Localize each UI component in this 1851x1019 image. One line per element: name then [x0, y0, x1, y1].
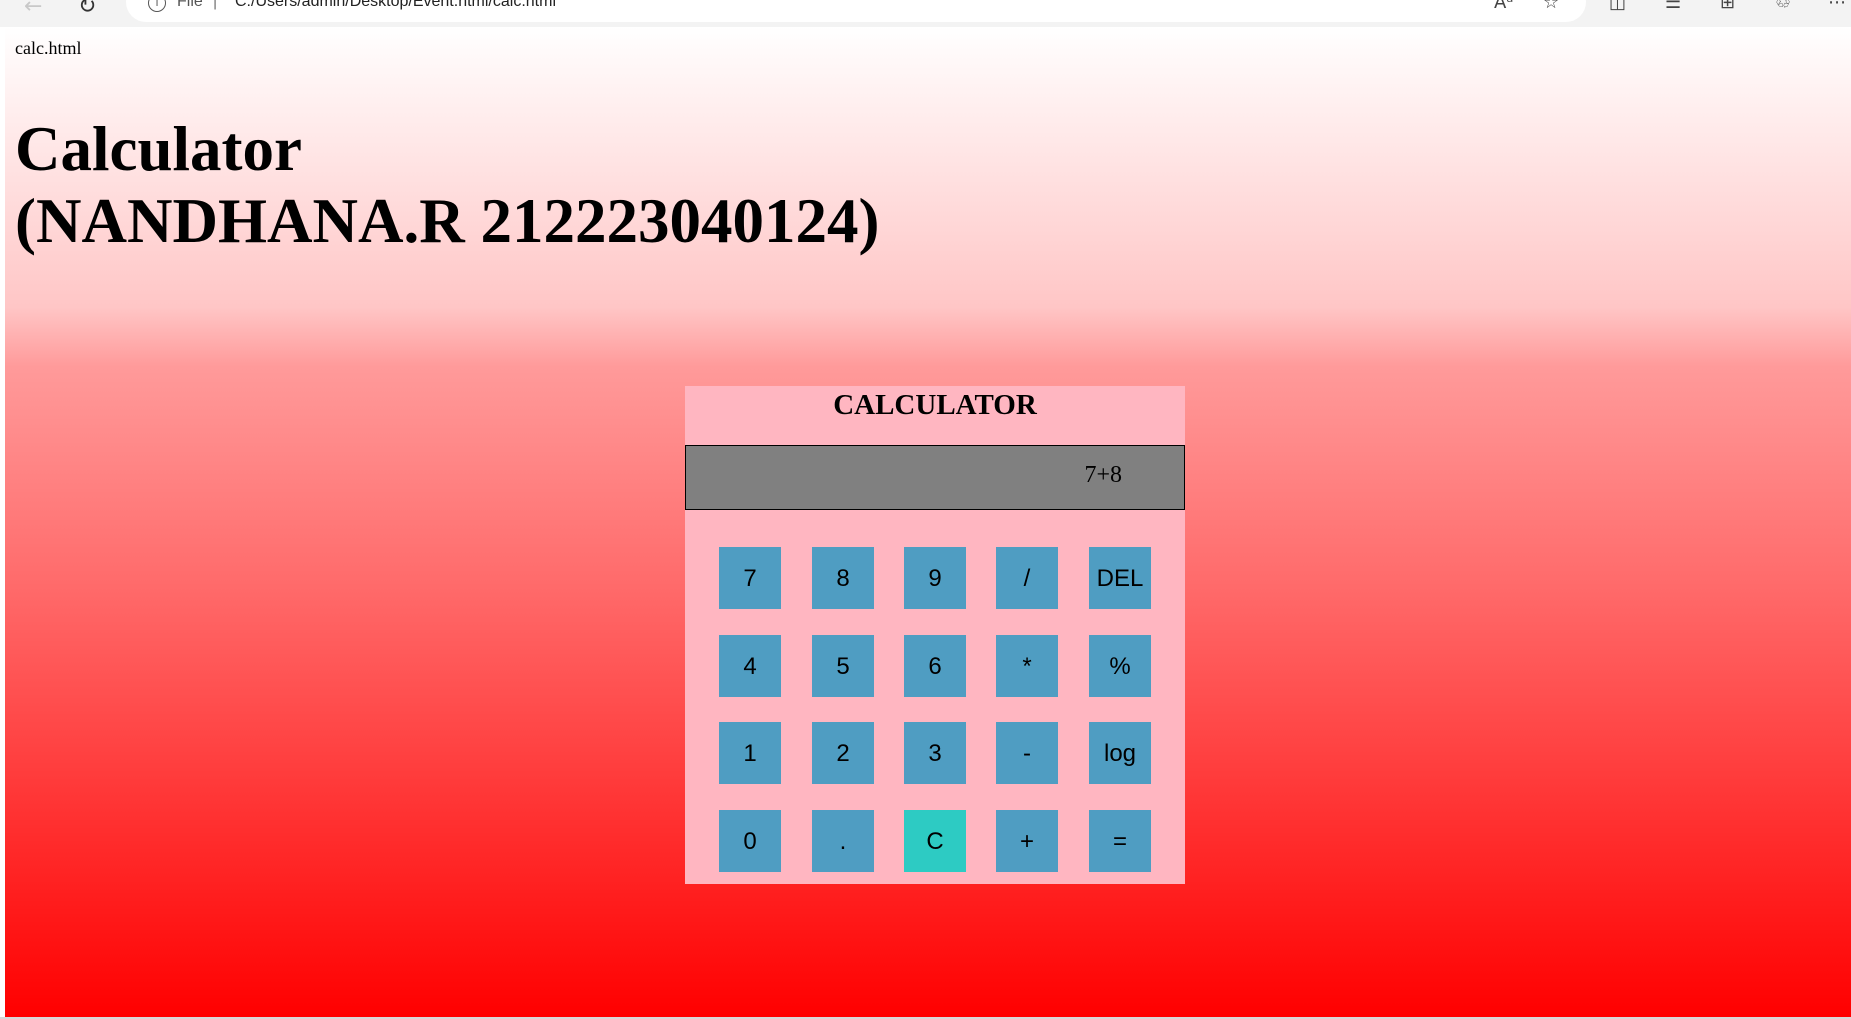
more-icon[interactable]: ⋯	[1828, 0, 1846, 13]
calculator-display[interactable]: 7+8	[685, 445, 1185, 510]
key-3[interactable]: 3	[904, 722, 966, 784]
scheme-label: File	[177, 0, 203, 10]
key-2[interactable]: 2	[812, 722, 874, 784]
key-percent[interactable]: %	[1089, 635, 1151, 697]
key-decimal[interactable]: .	[812, 810, 874, 872]
browser-essentials-icon[interactable]: ♲	[1775, 0, 1791, 13]
key-subtract[interactable]: -	[996, 722, 1058, 784]
favorites-icon[interactable]: ☰	[1665, 0, 1681, 13]
address-separator: |	[213, 0, 218, 10]
key-equals[interactable]: =	[1089, 810, 1151, 872]
key-7[interactable]: 7	[719, 547, 781, 609]
key-4[interactable]: 4	[719, 635, 781, 697]
key-divide[interactable]: /	[996, 547, 1058, 609]
page-title-line1: Calculator	[15, 114, 302, 184]
split-screen-icon[interactable]: ◫	[1609, 0, 1626, 13]
collections-icon[interactable]: ⊞	[1720, 0, 1735, 13]
calculator-title: CALCULATOR	[833, 389, 1037, 421]
url-text[interactable]: C:/Users/admin/Desktop/Event.html/calc.h…	[235, 0, 556, 11]
reload-icon[interactable]: ↻	[78, 0, 96, 19]
file-label: calc.html	[15, 38, 82, 58]
display-value: 7+8	[1084, 462, 1122, 488]
read-aloud-icon[interactable]: Aᵃ	[1494, 0, 1513, 13]
favorite-star-icon[interactable]: ☆	[1543, 0, 1559, 13]
calculator-panel: CALCULATOR 7+8 7 8 9 / DEL 4 5 6 * % 1 2…	[685, 386, 1185, 884]
key-log[interactable]: log	[1089, 722, 1151, 784]
browser-toolbar: ← ↻ i File | C:/Users/admin/Desktop/Even…	[0, 0, 1851, 27]
back-icon[interactable]: ←	[24, 0, 42, 19]
key-multiply[interactable]: *	[996, 635, 1058, 697]
key-0[interactable]: 0	[719, 810, 781, 872]
key-1[interactable]: 1	[719, 722, 781, 784]
page-title: Calculator (NANDHANA.R 212223040124)	[15, 113, 879, 257]
key-delete[interactable]: DEL	[1089, 547, 1151, 609]
key-clear[interactable]: C	[904, 810, 966, 872]
key-add[interactable]: +	[996, 810, 1058, 872]
page-title-line2: (NANDHANA.R 212223040124)	[15, 186, 880, 256]
key-5[interactable]: 5	[812, 635, 874, 697]
key-9[interactable]: 9	[904, 547, 966, 609]
key-6[interactable]: 6	[904, 635, 966, 697]
key-8[interactable]: 8	[812, 547, 874, 609]
